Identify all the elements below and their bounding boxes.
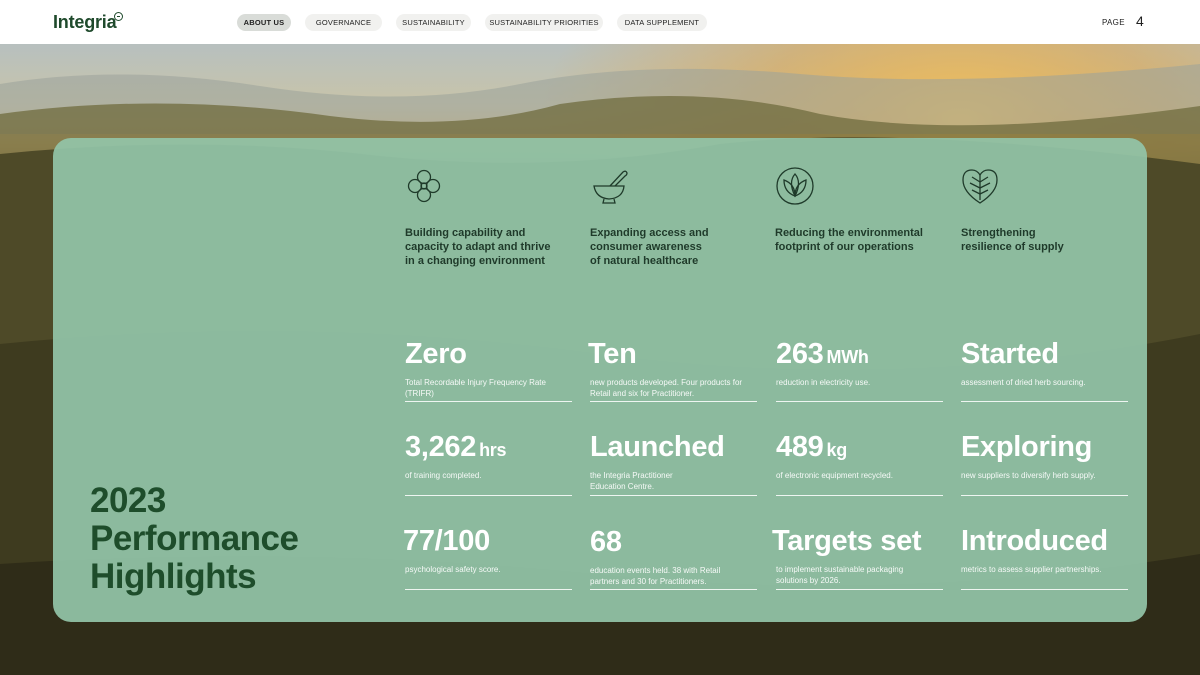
stat-divider [961, 589, 1128, 590]
stat-packaging-targets: Targets set to implement sustainable pac… [772, 525, 943, 590]
title-line-2: Performance [90, 519, 299, 558]
stat-description: new products developed. Four products fo… [590, 378, 743, 398]
stat-divider [776, 589, 943, 590]
stat-education-centre: Launched the Integria Practitioner Educa… [590, 431, 757, 496]
stat-trifr: Zero Total Recordable Injury Frequency R… [405, 338, 572, 402]
stat-unit: hrs [479, 440, 507, 460]
stat-divider [776, 401, 943, 402]
page-title: 2023 Performance Highlights [90, 481, 299, 596]
title-year: 2023 [90, 481, 166, 520]
stat-new-products: Ten new products developed. Four product… [588, 338, 757, 402]
stat-description: of electronic equipment recycled. [776, 471, 893, 480]
stat-education-events: 68 education events held. 38 with Retail… [590, 526, 757, 590]
stat-value: Targets set [772, 525, 922, 557]
theme-expanding-access: Expanding access and consumer awareness … [590, 227, 709, 267]
title-line-3: Highlights [90, 557, 257, 596]
stat-value: Launched [590, 431, 725, 463]
stat-description: Total Recordable Injury Frequency Rate (… [405, 378, 546, 398]
stat-value: Zero [405, 338, 467, 370]
stat-description: assessment of dried herb sourcing. [961, 378, 1086, 387]
stat-value: 68 [590, 526, 622, 558]
page-label: PAGE [1102, 18, 1125, 27]
stat-divider [405, 589, 572, 590]
stat-description: metrics to assess supplier partnerships. [961, 565, 1102, 574]
stat-description: of training completed. [405, 471, 482, 480]
top-navigation-bar: Integria ABOUT US GOVERNANCE SUSTAINABIL… [0, 0, 1200, 44]
stat-new-suppliers: Exploring new suppliers to diversify her… [961, 431, 1128, 496]
stat-value: Exploring [961, 431, 1093, 463]
stat-psych-safety: 77/100 psychological safety score. [403, 525, 572, 590]
stat-description: psychological safety score. [405, 565, 501, 574]
stat-training: 3,262 hrs of training completed. [405, 431, 572, 496]
mortar-pestle-icon [590, 166, 630, 206]
theme-strengthening-supply: Strengthening resilience of supply [961, 227, 1064, 253]
stat-divider [405, 401, 572, 402]
integria-logo[interactable]: Integria [53, 12, 117, 33]
stat-divider [961, 495, 1128, 496]
stat-value: Introduced [961, 525, 1108, 557]
stat-divider [776, 495, 943, 496]
stat-divider [961, 401, 1128, 402]
stat-description: to implement sustainable packaging solut… [776, 565, 904, 585]
stat-value: 489 [776, 431, 824, 463]
stat-divider [590, 495, 757, 496]
page-number: 4 [1136, 13, 1144, 29]
stat-value: Ten [588, 338, 637, 370]
lotus-icon [775, 166, 815, 206]
nav-tab-about-us[interactable]: ABOUT US [237, 14, 291, 31]
stat-divider [405, 495, 572, 496]
nav-tab-data-supplement[interactable]: DATA SUPPLEMENT [617, 14, 707, 31]
stat-description: the Integria Practitioner Education Cent… [590, 471, 673, 491]
stat-divider [590, 401, 757, 402]
theme-reducing-footprint: Reducing the environmental footprint of … [775, 227, 923, 253]
stat-description: new suppliers to diversify herb supply. [961, 471, 1096, 480]
nav-tab-sustainability[interactable]: SUSTAINABILITY [396, 14, 471, 31]
stat-e-waste: 489 kg of electronic equipment recycled. [776, 431, 943, 496]
theme-building-capability: Building capability and capacity to adap… [405, 227, 551, 267]
stat-divider [590, 589, 757, 590]
stat-description: education events held. 38 with Retail pa… [590, 566, 721, 586]
stat-electricity: 263 MWh reduction in electricity use. [776, 338, 943, 402]
stat-description: reduction in electricity use. [776, 378, 871, 387]
flower-icon [404, 166, 444, 206]
stat-value: 3,262 [405, 431, 477, 463]
leaf-heart-icon [960, 166, 1000, 206]
stat-unit: kg [826, 440, 848, 460]
nav-tab-governance[interactable]: GOVERNANCE [305, 14, 382, 31]
stat-value: Started [961, 338, 1059, 370]
stat-supplier-metrics: Introduced metrics to assess supplier pa… [961, 525, 1128, 590]
stat-value: 263 [776, 338, 824, 370]
stat-herb-sourcing: Started assessment of dried herb sourcin… [961, 338, 1128, 402]
logo-mark-icon [114, 12, 123, 21]
nav-tab-sustainability-priorities[interactable]: SUSTAINABILITY PRIORITIES [485, 14, 603, 31]
stat-unit: MWh [826, 347, 869, 367]
stat-value: 77/100 [403, 525, 490, 557]
